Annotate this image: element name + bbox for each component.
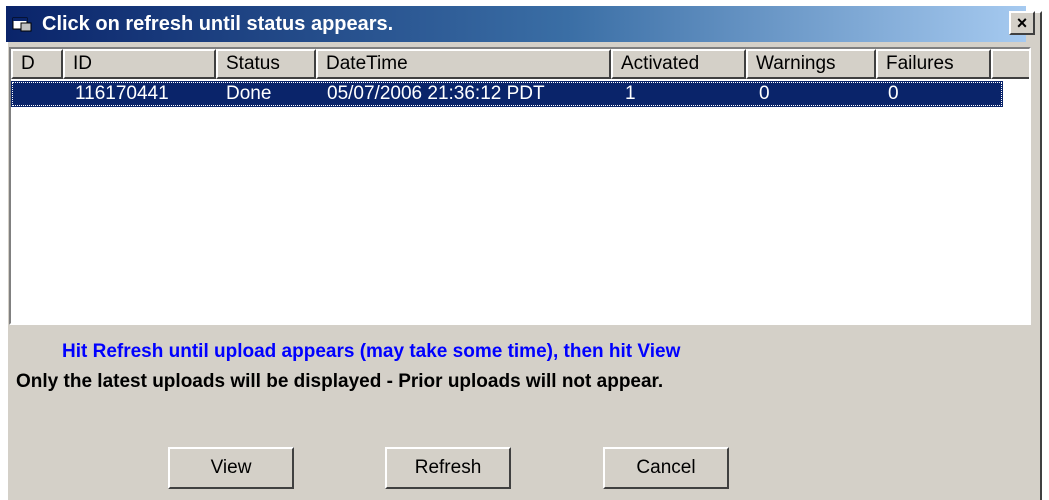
column-header-id[interactable]: ID — [63, 49, 216, 79]
cell-status: Done — [226, 83, 272, 104]
cancel-button[interactable]: Cancel — [603, 447, 729, 489]
view-button[interactable]: View — [168, 447, 294, 489]
column-header-warnings[interactable]: Warnings — [746, 49, 876, 79]
list-header: D ID Status DateTime Activated Warnings … — [11, 49, 1029, 79]
instruction-text: Hit Refresh until upload appears (may ta… — [62, 341, 681, 362]
app-icon — [12, 16, 32, 32]
cell-datetime: 05/07/2006 21:36:12 PDT — [327, 83, 545, 104]
close-icon: × — [1016, 13, 1028, 33]
close-button[interactable]: × — [1009, 11, 1035, 35]
cell-warnings: 0 — [759, 83, 770, 104]
window-title: Click on refresh until status appears. — [42, 13, 394, 35]
column-header-activated[interactable]: Activated — [611, 49, 746, 79]
note-text: Only the latest uploads will be displaye… — [16, 371, 664, 392]
column-header-filler — [991, 49, 1029, 79]
column-header-status[interactable]: Status — [216, 49, 316, 79]
cell-activated: 1 — [625, 83, 636, 104]
title-bar: Click on refresh until status appears. × — [6, 6, 1035, 42]
cell-id: 116170441 — [75, 83, 169, 104]
refresh-button[interactable]: Refresh — [385, 447, 511, 489]
results-list[interactable]: D ID Status DateTime Activated Warnings … — [9, 47, 1031, 325]
column-header-d[interactable]: D — [11, 49, 63, 79]
column-header-failures[interactable]: Failures — [876, 49, 991, 79]
table-row[interactable]: 116170441 Done 05/07/2006 21:36:12 PDT 1… — [11, 81, 1003, 107]
column-header-datetime[interactable]: DateTime — [316, 49, 611, 79]
cell-failures: 0 — [888, 83, 899, 104]
